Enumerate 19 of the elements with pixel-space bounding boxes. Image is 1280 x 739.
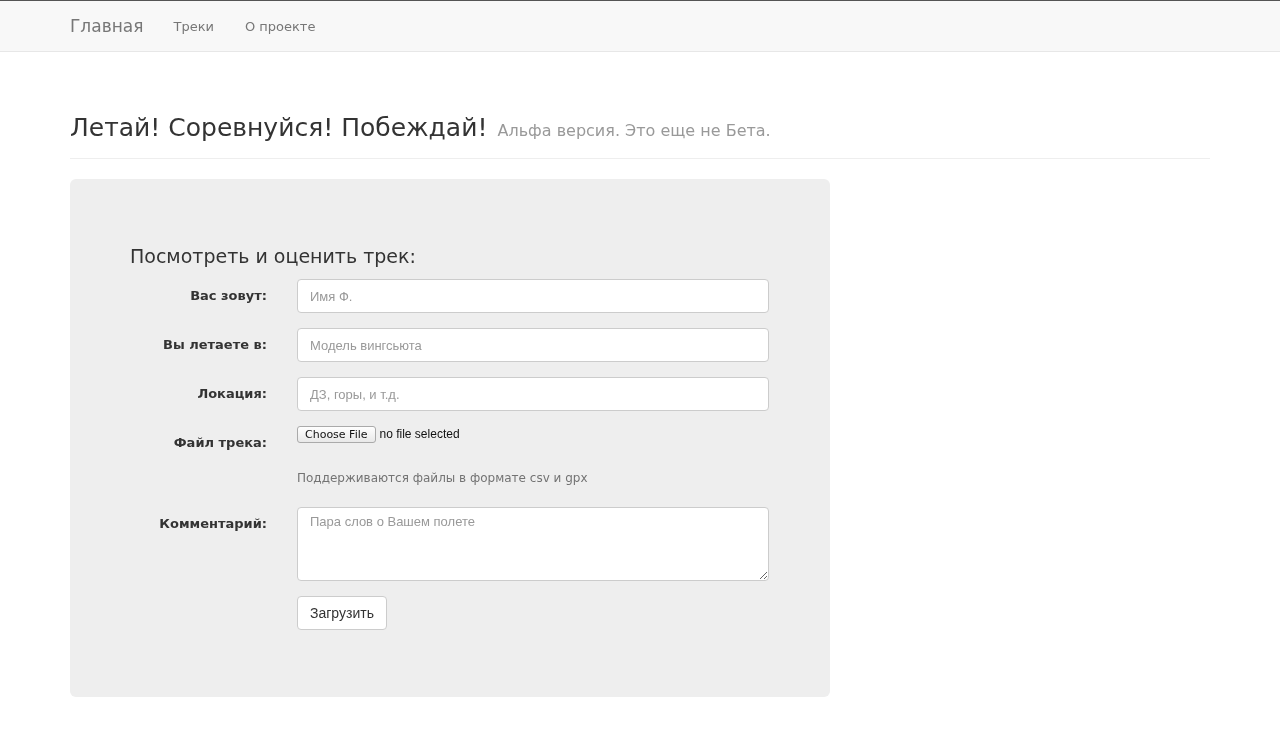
field-label: Комментарий: xyxy=(158,515,267,533)
field-label: Локация: xyxy=(196,385,267,403)
text-field[interactable]: ДЗ, горы, и т.д. xyxy=(297,377,769,411)
upload-button[interactable]: Загрузить xyxy=(297,596,387,630)
help-text: Поддерживаются файлы в формате csv и gpx xyxy=(297,471,589,485)
comment-field[interactable]: Пара слов о Вашем полете xyxy=(297,507,769,581)
text-field[interactable]: Имя Ф. xyxy=(297,279,769,313)
file-status: no file selected xyxy=(379,427,460,441)
nav-link[interactable]: Треки xyxy=(173,18,214,34)
field-label: Вы летаете в: xyxy=(162,336,267,354)
brand-link[interactable]: Главная xyxy=(70,16,144,36)
nav-link[interactable]: О проекте xyxy=(244,18,316,34)
form-title: Посмотреть и оценить трек: xyxy=(130,245,417,267)
page-title: Летай! Соревнуйся! Побеждай! xyxy=(70,113,488,142)
choose-file-button[interactable]: Choose File xyxy=(297,425,376,443)
field-label: Вас зовут: xyxy=(189,287,267,305)
page-subtitle: Альфа версия. Это еще не Бета. xyxy=(497,121,771,140)
field-label: Файл трека: xyxy=(172,434,267,452)
text-field[interactable]: Модель вингсьюта xyxy=(297,328,769,362)
